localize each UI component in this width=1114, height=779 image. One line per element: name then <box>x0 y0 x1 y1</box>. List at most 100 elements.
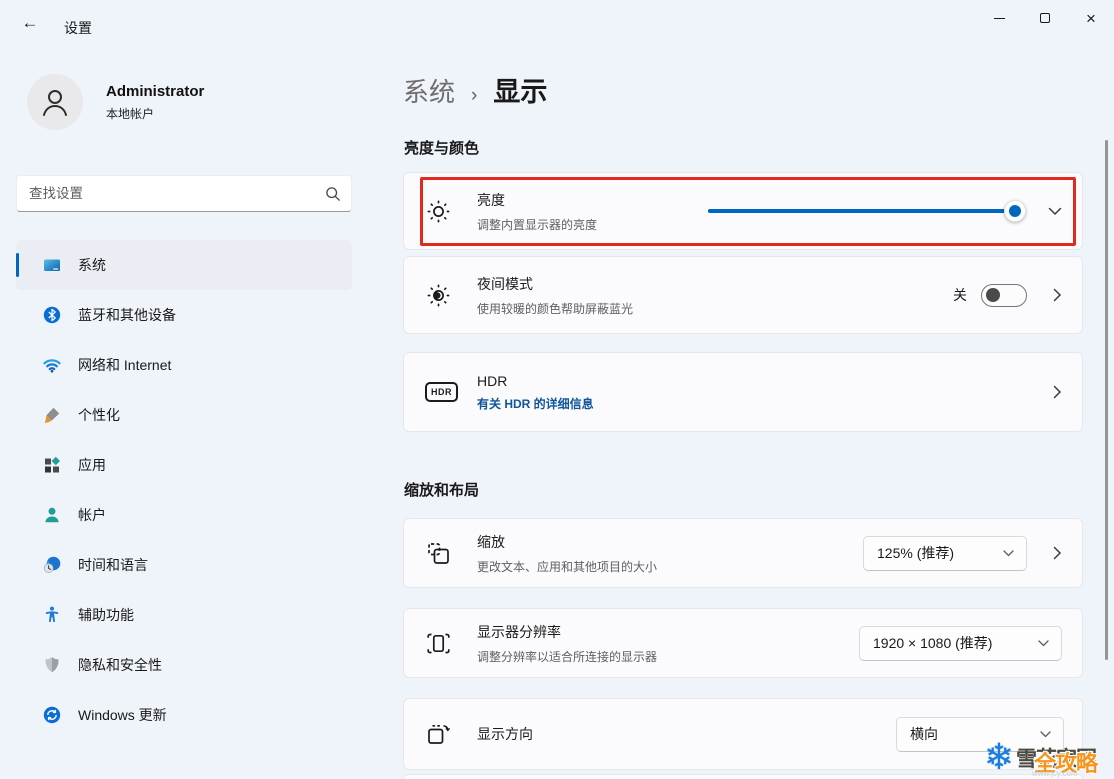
chevron-down-icon <box>1048 207 1062 216</box>
windows-update-icon <box>42 705 62 725</box>
chevron-right-icon <box>1053 288 1062 302</box>
window-controls: × <box>976 0 1114 36</box>
sidebar-item-label: 系统 <box>78 255 106 275</box>
sidebar-item-system[interactable]: 系统 <box>16 240 352 290</box>
accounts-icon <box>42 505 62 525</box>
sidebar-item-apps[interactable]: 应用 <box>16 440 352 490</box>
night-light-subtitle: 使用较暖的颜色帮助屏蔽蓝光 <box>477 300 633 317</box>
vertical-scrollbar[interactable] <box>1105 140 1108 660</box>
brightness-slider-fill <box>708 209 1015 213</box>
back-button[interactable]: ← <box>14 10 46 36</box>
sidebar-item-personalization[interactable]: 个性化 <box>16 390 352 440</box>
accessibility-icon <box>42 605 62 625</box>
chevron-down-icon <box>1038 640 1049 647</box>
search-input[interactable] <box>29 186 325 201</box>
minimize-icon <box>994 18 1005 19</box>
scale-dropdown[interactable]: 125% (推荐) <box>863 536 1027 571</box>
user-profile[interactable]: Administrator 本地帐户 <box>27 74 204 130</box>
sidebar-item-windows-update[interactable]: Windows 更新 <box>16 690 352 740</box>
sidebar-item-label: 蓝牙和其他设备 <box>78 305 176 325</box>
titlebar: ← 设置 × <box>0 0 1114 44</box>
page-title: 显示 <box>493 70 547 109</box>
brightness-expand-button[interactable] <box>1048 207 1062 216</box>
orientation-row: 显示方向 横向 <box>403 698 1083 770</box>
system-icon <box>42 255 62 275</box>
sidebar-item-network-internet[interactable]: 网络和 Internet <box>16 340 352 390</box>
privacy-shield-icon <box>42 655 62 675</box>
selected-indicator <box>16 253 19 277</box>
night-light-toggle[interactable] <box>981 284 1027 307</box>
hdr-chevron[interactable] <box>1053 385 1062 399</box>
bluetooth-icon <box>42 305 62 325</box>
toggle-knob <box>986 288 1000 302</box>
night-light-row[interactable]: 夜间模式 使用较暖的颜色帮助屏蔽蓝光 关 <box>403 256 1083 334</box>
personalization-icon <box>42 405 62 425</box>
resolution-dropdown[interactable]: 1920 × 1080 (推荐) <box>859 626 1062 661</box>
breadcrumb: 系统 › 显示 <box>403 70 547 109</box>
night-light-state-label: 关 <box>953 285 967 305</box>
night-light-title: 夜间模式 <box>477 274 633 294</box>
sidebar-item-accessibility[interactable]: 辅助功能 <box>16 590 352 640</box>
scale-chevron[interactable] <box>1053 546 1062 560</box>
resolution-subtitle: 调整分辨率以适合所连接的显示器 <box>477 648 657 665</box>
sidebar-item-label: 应用 <box>78 455 106 475</box>
scale-row[interactable]: 缩放 更改文本、应用和其他项目的大小 125% (推荐) <box>403 518 1083 588</box>
scale-icon <box>425 540 459 567</box>
sidebar-item-label: Windows 更新 <box>78 705 167 725</box>
person-icon <box>38 85 72 119</box>
scale-title: 缩放 <box>477 532 657 552</box>
sidebar-item-privacy-security[interactable]: 隐私和安全性 <box>16 640 352 690</box>
night-light-chevron[interactable] <box>1053 288 1062 302</box>
sidebar-nav: 系统 蓝牙和其他设备 网络和 Internet <box>16 240 352 740</box>
back-arrow-icon: ← <box>22 13 39 33</box>
breadcrumb-separator: › <box>471 85 477 107</box>
hdr-row[interactable]: HDR HDR 有关 HDR 的详细信息 <box>403 352 1083 432</box>
search-icon <box>325 186 341 202</box>
resolution-row: 显示器分辨率 调整分辨率以适合所连接的显示器 1920 × 1080 (推荐) <box>403 608 1083 678</box>
chevron-down-icon <box>1003 550 1014 557</box>
orientation-icon <box>425 721 459 748</box>
watermark-snowflake-icon: ❄ <box>984 739 1014 775</box>
avatar <box>27 74 83 130</box>
orientation-value: 横向 <box>910 724 938 744</box>
brightness-slider-thumb[interactable] <box>1004 200 1026 222</box>
sidebar-item-label: 帐户 <box>78 505 106 525</box>
maximize-icon <box>1040 13 1050 23</box>
breadcrumb-root[interactable]: 系统 <box>403 72 455 109</box>
minimize-button[interactable] <box>976 0 1022 36</box>
profile-account-type: 本地帐户 <box>106 105 204 122</box>
apps-icon <box>42 455 62 475</box>
brightness-title: 亮度 <box>477 190 597 210</box>
resolution-value: 1920 × 1080 (推荐) <box>873 633 992 653</box>
network-icon <box>42 355 62 375</box>
sidebar-item-label: 辅助功能 <box>78 605 134 625</box>
watermark: ❄ 雪花家园 全攻略 www.jcy.com <box>984 735 1114 779</box>
slider-track[interactable] <box>708 209 1024 213</box>
sidebar-item-bluetooth-devices[interactable]: 蓝牙和其他设备 <box>16 290 352 340</box>
sidebar-item-label: 时间和语言 <box>78 555 148 575</box>
hdr-icon: HDR <box>425 382 459 402</box>
orientation-title: 显示方向 <box>477 724 533 744</box>
close-button[interactable]: × <box>1068 0 1114 36</box>
maximize-button[interactable] <box>1022 0 1068 36</box>
hdr-title: HDR <box>477 373 594 389</box>
night-light-icon <box>425 282 459 309</box>
search-box[interactable] <box>16 175 352 212</box>
watermark-url: www.jcy.com <box>1032 769 1078 778</box>
sidebar-item-accounts[interactable]: 帐户 <box>16 490 352 540</box>
scale-subtitle: 更改文本、应用和其他项目的大小 <box>477 558 657 575</box>
chevron-right-icon <box>1053 385 1062 399</box>
sidebar-item-time-language[interactable]: 时间和语言 <box>16 540 352 590</box>
brightness-slider[interactable] <box>708 200 1024 222</box>
hdr-info-link[interactable]: 有关 HDR 的详细信息 <box>477 395 594 412</box>
brightness-row: 亮度 调整内置显示器的亮度 <box>403 172 1083 250</box>
sidebar-item-label: 隐私和安全性 <box>78 655 162 675</box>
section-brightness-color: 亮度与颜色 <box>404 137 479 158</box>
section-scale-layout: 缩放和布局 <box>404 479 479 500</box>
partial-next-row <box>403 774 1083 779</box>
app-title: 设置 <box>64 18 92 38</box>
close-icon: × <box>1086 10 1096 27</box>
resolution-title: 显示器分辨率 <box>477 622 657 642</box>
profile-name: Administrator <box>106 83 204 100</box>
brightness-sun-icon <box>425 198 459 225</box>
